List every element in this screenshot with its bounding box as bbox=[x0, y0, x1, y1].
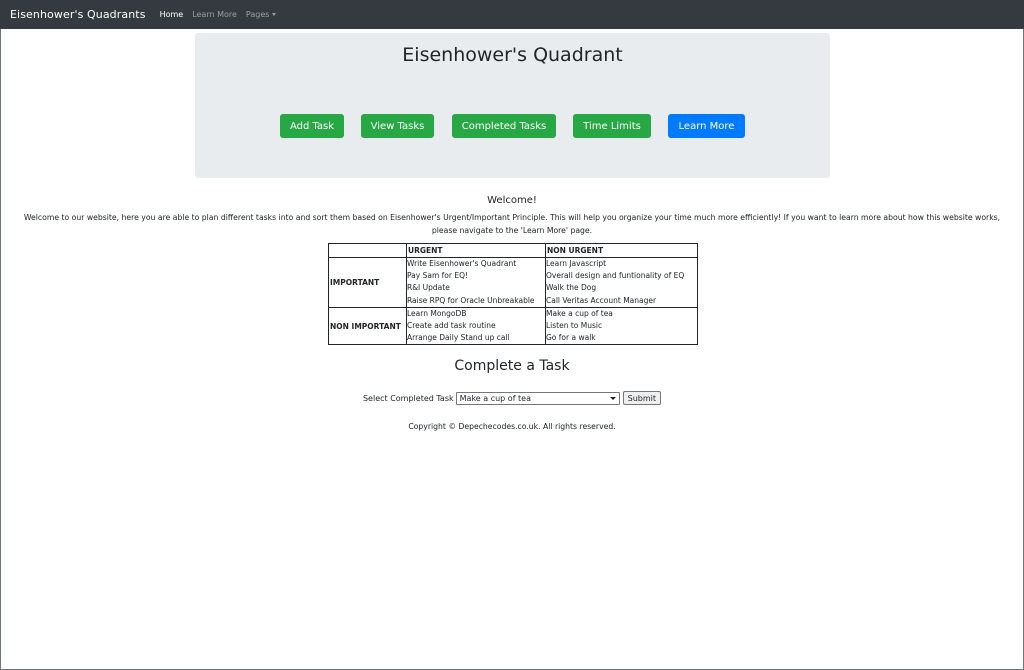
time-limits-button[interactable]: Time Limits bbox=[573, 114, 651, 138]
task-item: Call Veritas Account Manager bbox=[546, 295, 657, 305]
cell-non-important-urgent: Learn MongoDB Create add task routine Ar… bbox=[406, 306, 546, 346]
row-label-non-important: NON IMPORTANT bbox=[328, 306, 407, 346]
navbar-brand[interactable]: Eisenhower's Quadrants bbox=[10, 8, 146, 21]
table-row-important: IMPORTANT Write Eisenhower's Quadrant Pa… bbox=[328, 257, 698, 308]
task-item: Overall design and funtionality of EQ bbox=[546, 271, 685, 281]
navbar: Eisenhower's Quadrants Home Learn More P… bbox=[0, 0, 1024, 29]
task-item: Walk the Dog bbox=[546, 283, 597, 293]
quadrant-table: URGENT NON URGENT IMPORTANT Write Eisenh… bbox=[328, 243, 698, 346]
table-header-non-urgent: NON URGENT bbox=[545, 243, 698, 258]
footer-copyright: Copyright © Depechecodes.co.uk. All righ… bbox=[408, 422, 616, 431]
completed-task-select[interactable]: Make a cup of tea bbox=[455, 391, 620, 405]
welcome-text: Welcome to our website, here you are abl… bbox=[23, 213, 1001, 235]
cell-important-urgent: Write Eisenhower's Quadrant Pay Sam for … bbox=[406, 257, 546, 308]
welcome-heading: Welcome! bbox=[487, 195, 537, 206]
task-item: Write Eisenhower's Quadrant bbox=[407, 259, 517, 268]
completed-tasks-button[interactable]: Completed Tasks bbox=[452, 114, 556, 138]
cell-non-important-non-urgent: Make a cup of tea Listen to Music Go for… bbox=[545, 306, 698, 346]
cell-important-non-urgent: Learn Javascript Overall design and funt… bbox=[545, 257, 698, 308]
table-header-row: URGENT NON URGENT bbox=[328, 243, 698, 258]
row-label-important: IMPORTANT bbox=[328, 257, 407, 308]
view-tasks-button[interactable]: View Tasks bbox=[361, 114, 434, 138]
nav-dropdown-pages[interactable]: Pages bbox=[246, 10, 277, 19]
complete-task-heading: Complete a Task bbox=[454, 358, 570, 374]
completed-task-label: Select Completed Task bbox=[362, 393, 454, 403]
task-item: Create add task routine bbox=[407, 320, 496, 330]
task-item: Make a cup of tea bbox=[546, 308, 613, 318]
task-item: Learn Javascript bbox=[546, 259, 607, 268]
table-header-urgent: URGENT bbox=[406, 243, 546, 258]
task-item: Arrange Daily Stand up call bbox=[407, 333, 510, 343]
nav-link-home[interactable]: Home bbox=[160, 10, 184, 19]
table-header-empty bbox=[328, 243, 407, 258]
submit-button[interactable]: Submit bbox=[622, 391, 662, 405]
caret-down-icon bbox=[272, 13, 277, 16]
complete-task-form: Select Completed Task Make a cup of tea … bbox=[0, 391, 1024, 405]
task-item: Listen to Music bbox=[546, 320, 603, 330]
table-row-non-important: NON IMPORTANT Learn MongoDB Create add t… bbox=[328, 306, 698, 346]
task-item: Go for a walk bbox=[546, 333, 596, 343]
chevron-down-icon bbox=[609, 396, 616, 400]
learn-more-button[interactable]: Learn More bbox=[668, 114, 745, 138]
nav-link-learn-more[interactable]: Learn More bbox=[192, 10, 237, 19]
task-item: Learn MongoDB bbox=[407, 308, 467, 318]
add-task-button[interactable]: Add Task bbox=[280, 114, 344, 138]
task-item: R&I Update bbox=[407, 283, 450, 293]
completed-task-select-value: Make a cup of tea bbox=[459, 393, 532, 403]
page-title: Eisenhower's Quadrant bbox=[402, 44, 623, 66]
task-item: Raise RPQ for Oracle Unbreakable bbox=[407, 295, 535, 305]
nav-dropdown-pages-label: Pages bbox=[245, 10, 270, 19]
jumbotron: Eisenhower's Quadrant Add Task View Task… bbox=[195, 33, 830, 178]
task-item: Pay Sam for EQ! bbox=[407, 271, 468, 281]
